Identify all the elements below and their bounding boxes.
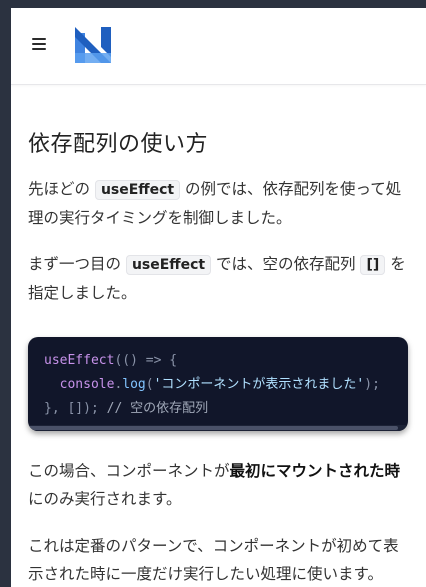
text: まず一つ目の (28, 255, 126, 273)
paragraph-intro: 先ほどの useEffect の例では、依存配列を使って処理の実行タイミングを制… (28, 175, 408, 232)
code-block[interactable]: useEffect(() => { console.log('コンポーネントが表… (28, 337, 408, 431)
horizontal-scrollbar[interactable] (28, 425, 408, 431)
text: 先ほどの (28, 180, 95, 198)
code-token: 'コンポーネントが表示されました' (153, 377, 365, 392)
code-token: console (59, 377, 115, 392)
code-comment: // 空の依存配列 (106, 401, 209, 416)
top-bar (11, 8, 426, 85)
bold-text: 最初にマウントされた時 (229, 462, 401, 480)
code-token: ( (145, 377, 154, 392)
inline-code: [] (360, 255, 386, 275)
text: では、空の依存配列 (211, 255, 361, 273)
paragraph-pattern: これは定番のパターンで、コンポーネントが初めて表示された時に一度だけ実行したい処… (28, 537, 399, 583)
scrollbar-thumb[interactable] (28, 426, 398, 430)
code-token: log (122, 377, 146, 392)
inline-code: useEffect (94, 180, 181, 200)
inline-code: useEffect (125, 255, 212, 275)
code-token: (() => { (114, 353, 178, 368)
code-token: }, []); (44, 401, 107, 416)
hamburger-menu-icon[interactable] (32, 38, 46, 50)
code-token: useEffect (44, 353, 115, 368)
n-logo-icon[interactable] (75, 27, 111, 63)
text: この場合、コンポーネントが (28, 462, 230, 480)
paragraph-empty-deps: まず一つ目の useEffect では、空の依存配列 [] を指定しました。 (28, 250, 408, 307)
app-frame: 依存配列の使い方 先ほどの useEffect の例では、依存配列を使って処理の… (11, 8, 426, 587)
code-token: ); (364, 377, 380, 392)
section-heading: 依存配列の使い方 (28, 132, 209, 157)
paragraph-mount: この場合、コンポーネントが最初にマウントされた時にのみ実行されます。 (28, 457, 408, 513)
text: にのみ実行されます。 (28, 490, 182, 508)
code-content: useEffect(() => { console.log('コンポーネントが表… (28, 337, 408, 421)
